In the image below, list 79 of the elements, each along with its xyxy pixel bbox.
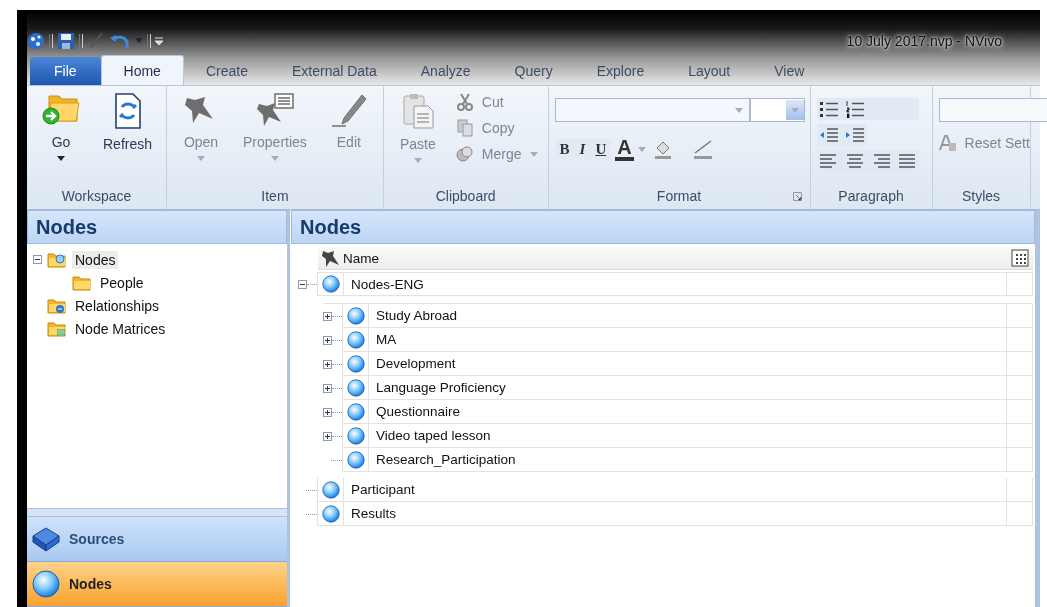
style-field[interactable] <box>938 98 1047 122</box>
group-label: Workspace <box>61 188 132 204</box>
panel-title: Nodes <box>27 210 287 244</box>
caret-icon <box>135 38 143 43</box>
ribbon-tab[interactable]: Create <box>183 57 270 85</box>
node-icon <box>346 402 365 421</box>
scissors-icon <box>455 93 474 111</box>
node-icon <box>346 306 365 325</box>
expand-toggle[interactable] <box>323 407 332 417</box>
ribbon-tab[interactable]: External Data <box>269 57 399 85</box>
collapse-toggle[interactable] <box>33 255 42 264</box>
pin-icon <box>320 249 341 267</box>
caret-icon <box>197 156 206 161</box>
expand-toggle[interactable] <box>323 359 332 369</box>
expand-toggle[interactable] <box>323 311 332 321</box>
tree-item[interactable]: Nodes <box>72 250 119 269</box>
ribbon-tab[interactable]: Explore <box>574 57 667 85</box>
caret-icon <box>637 146 646 152</box>
caret-icon <box>413 158 422 163</box>
caret-icon <box>734 107 743 113</box>
copy-icon <box>455 119 474 137</box>
ribbon-tab[interactable]: Analyze <box>398 57 493 85</box>
ribbon-tab[interactable]: View <box>752 57 827 85</box>
folder-icon <box>47 319 67 338</box>
font-color-button[interactable]: A <box>615 137 634 161</box>
node-icon <box>321 504 340 523</box>
node-icon <box>346 354 365 373</box>
expand-toggle[interactable] <box>323 335 332 345</box>
expand-toggle[interactable] <box>323 383 332 393</box>
ribbon-tab[interactable]: Home <box>100 55 184 85</box>
font-name-field[interactable] <box>554 98 750 122</box>
pin-list-icon <box>254 92 295 128</box>
format-button[interactable]: I <box>574 138 591 160</box>
letters-icon <box>938 134 957 152</box>
font-size-field[interactable] <box>749 98 805 122</box>
caret-icon <box>270 156 279 161</box>
ribbon-button[interactable]: Go <box>33 92 89 161</box>
caret-icon <box>57 156 65 161</box>
save-icon[interactable] <box>57 31 75 50</box>
folder-go-icon <box>41 92 81 128</box>
splitter-handle[interactable] <box>27 508 287 517</box>
tree-item[interactable]: Relationships <box>72 296 163 315</box>
ribbon-tab[interactable]: Query <box>492 57 575 85</box>
caret-icon <box>529 151 538 157</box>
node-icon <box>346 330 365 349</box>
group-label: Clipboard <box>435 188 496 204</box>
folder-icon <box>72 273 92 292</box>
format-button[interactable]: B <box>554 138 575 160</box>
group-label: Paragraph <box>838 188 904 204</box>
customize-menu-icon[interactable] <box>155 36 163 45</box>
collapse-toggle[interactable] <box>298 279 307 289</box>
sphere-icon <box>31 569 61 599</box>
folder-icon <box>47 296 67 315</box>
merge-icon <box>455 145 474 163</box>
grid-icon[interactable] <box>1011 249 1029 267</box>
node-icon <box>321 480 340 499</box>
navigation-button[interactable]: Nodes <box>27 562 287 607</box>
group-label: Format <box>656 188 702 204</box>
group-label: Item <box>261 188 289 204</box>
format-button[interactable]: U <box>590 138 612 160</box>
dialog-launcher-icon[interactable] <box>792 192 802 201</box>
expand-toggle[interactable] <box>323 431 332 441</box>
node-icon <box>321 275 340 293</box>
window-title: 10 July 2017.nvp - NVivo <box>846 32 1002 49</box>
node-icon <box>346 450 365 469</box>
caret-icon <box>790 107 799 113</box>
node-icon <box>346 426 365 445</box>
app-logo-icon[interactable] <box>27 31 45 50</box>
node-icon <box>346 378 365 397</box>
folder-icon <box>47 250 67 269</box>
panel-title: Nodes <box>291 210 1035 244</box>
ribbon-button[interactable]: Refresh <box>95 92 161 163</box>
group-label: Styles <box>961 188 1001 204</box>
refresh-document-icon <box>112 92 143 130</box>
tree-item[interactable]: Node Matrices <box>72 319 169 338</box>
tree-item[interactable]: People <box>97 273 147 292</box>
ribbon-tab[interactable]: Layout <box>666 57 753 85</box>
ribbon-tab[interactable]: File <box>30 57 101 85</box>
navigation-button[interactable]: Sources <box>27 517 287 562</box>
